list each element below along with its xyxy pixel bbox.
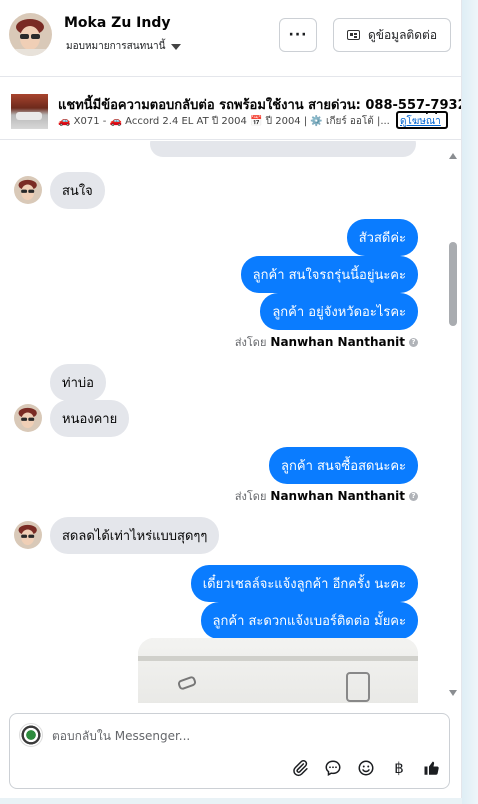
incoming-message: หนองคาย [50, 400, 130, 437]
incoming-message: สนใจ [50, 172, 105, 209]
outgoing-message: เดี๋ยวเชลล์จะแจ้งลูกค้า อีกครั้ง นะคะ [190, 565, 418, 602]
outgoing-message: ลูกค้า สนจซื้อสดนะคะ [269, 447, 418, 484]
composer-toolbar: ฿ [290, 758, 442, 778]
info-icon[interactable]: ? [409, 491, 418, 501]
sender-name[interactable]: Nanwhan Nanthanit [270, 489, 405, 503]
incoming-message: ท่าบ่อ [50, 364, 106, 401]
outgoing-message: ลูกค้า อยู่จังหวัดอะไรคะ [260, 293, 418, 330]
ad-reply-banner: แชทนี้มีข้อความตอบกลับต่อ รถพร้อมใช้งาน … [0, 76, 461, 140]
paperclip-icon[interactable] [290, 758, 310, 778]
window-bottom-edge [0, 798, 462, 804]
ad-thumbnail [11, 94, 48, 129]
page-avatar [19, 723, 43, 747]
caret-down-icon [171, 43, 182, 50]
message-bubble-partial [150, 141, 416, 157]
conversation-panel: Moka Zu Indy มอบหมายการสนทนานี้ ··· ดูข้… [0, 0, 462, 798]
contact-avatar-small [14, 404, 42, 432]
sent-by-prefix: ส่งโดย [234, 336, 267, 349]
reply-composer: ฿ [9, 713, 450, 789]
info-icon[interactable]: ? [409, 337, 418, 347]
scrollbar-thumb[interactable] [449, 242, 457, 326]
image-attachment[interactable] [138, 638, 418, 703]
contact-card-icon [346, 30, 360, 40]
smile-icon[interactable] [356, 758, 376, 778]
window-edge [462, 0, 478, 804]
view-contact-button[interactable]: ดูข้อมูลติดต่อ [333, 18, 451, 52]
thumbs-up-icon[interactable] [422, 758, 442, 778]
outgoing-message: ลูกค้า สะดวกแจ้งเบอร์ติดต่อ มั้ยคะ [200, 602, 418, 639]
ad-subtitle: 🚗 X071 - 🚗 Accord 2.4 EL AT ปี 2004 📅 ปี… [58, 116, 390, 127]
more-options-button[interactable]: ··· [279, 18, 317, 52]
contact-avatar[interactable] [9, 13, 52, 56]
sent-by-prefix: ส่งโดย [234, 490, 267, 503]
contact-avatar-small [14, 521, 42, 549]
view-ad-link[interactable]: ดูโฆษณา [396, 111, 448, 129]
reply-input[interactable] [52, 726, 432, 746]
contact-avatar-small [14, 176, 42, 204]
scroll-up-arrow-icon[interactable] [449, 153, 457, 159]
contact-name[interactable]: Moka Zu Indy [64, 15, 171, 31]
message-list[interactable]: สนใจ สัวสดีค่ะ ลูกค้า สนใจรถรุ่นนี้อยู่น… [0, 141, 461, 703]
outgoing-message: สัวสดีค่ะ [346, 219, 418, 256]
assign-label: มอบหมายการสนทนานี้ [66, 41, 166, 52]
baht-icon[interactable]: ฿ [389, 758, 409, 778]
conversation-header: Moka Zu Indy มอบหมายการสนทนานี้ ··· ดูข้… [0, 0, 461, 72]
scroll-down-arrow-icon[interactable] [449, 690, 457, 696]
assign-conversation-dropdown[interactable]: มอบหมายการสนทนานี้ [66, 39, 182, 54]
message-scrollbar[interactable] [446, 150, 458, 698]
view-contact-label: ดูข้อมูลติดต่อ [367, 27, 438, 42]
sent-by-label: ส่งโดย Nanwhan Nanthanit ? [235, 333, 418, 351]
outgoing-message: ลูกค้า สนใจรถรุ่นนี้อยู่นะคะ [240, 256, 418, 293]
chat-bubble-icon[interactable] [323, 758, 343, 778]
sent-by-label: ส่งโดย Nanwhan Nanthanit ? [235, 487, 418, 505]
incoming-message: สดลดได้เท่าไหร่แบบสุดๆๆ [50, 517, 220, 554]
sender-name[interactable]: Nanwhan Nanthanit [270, 335, 405, 349]
